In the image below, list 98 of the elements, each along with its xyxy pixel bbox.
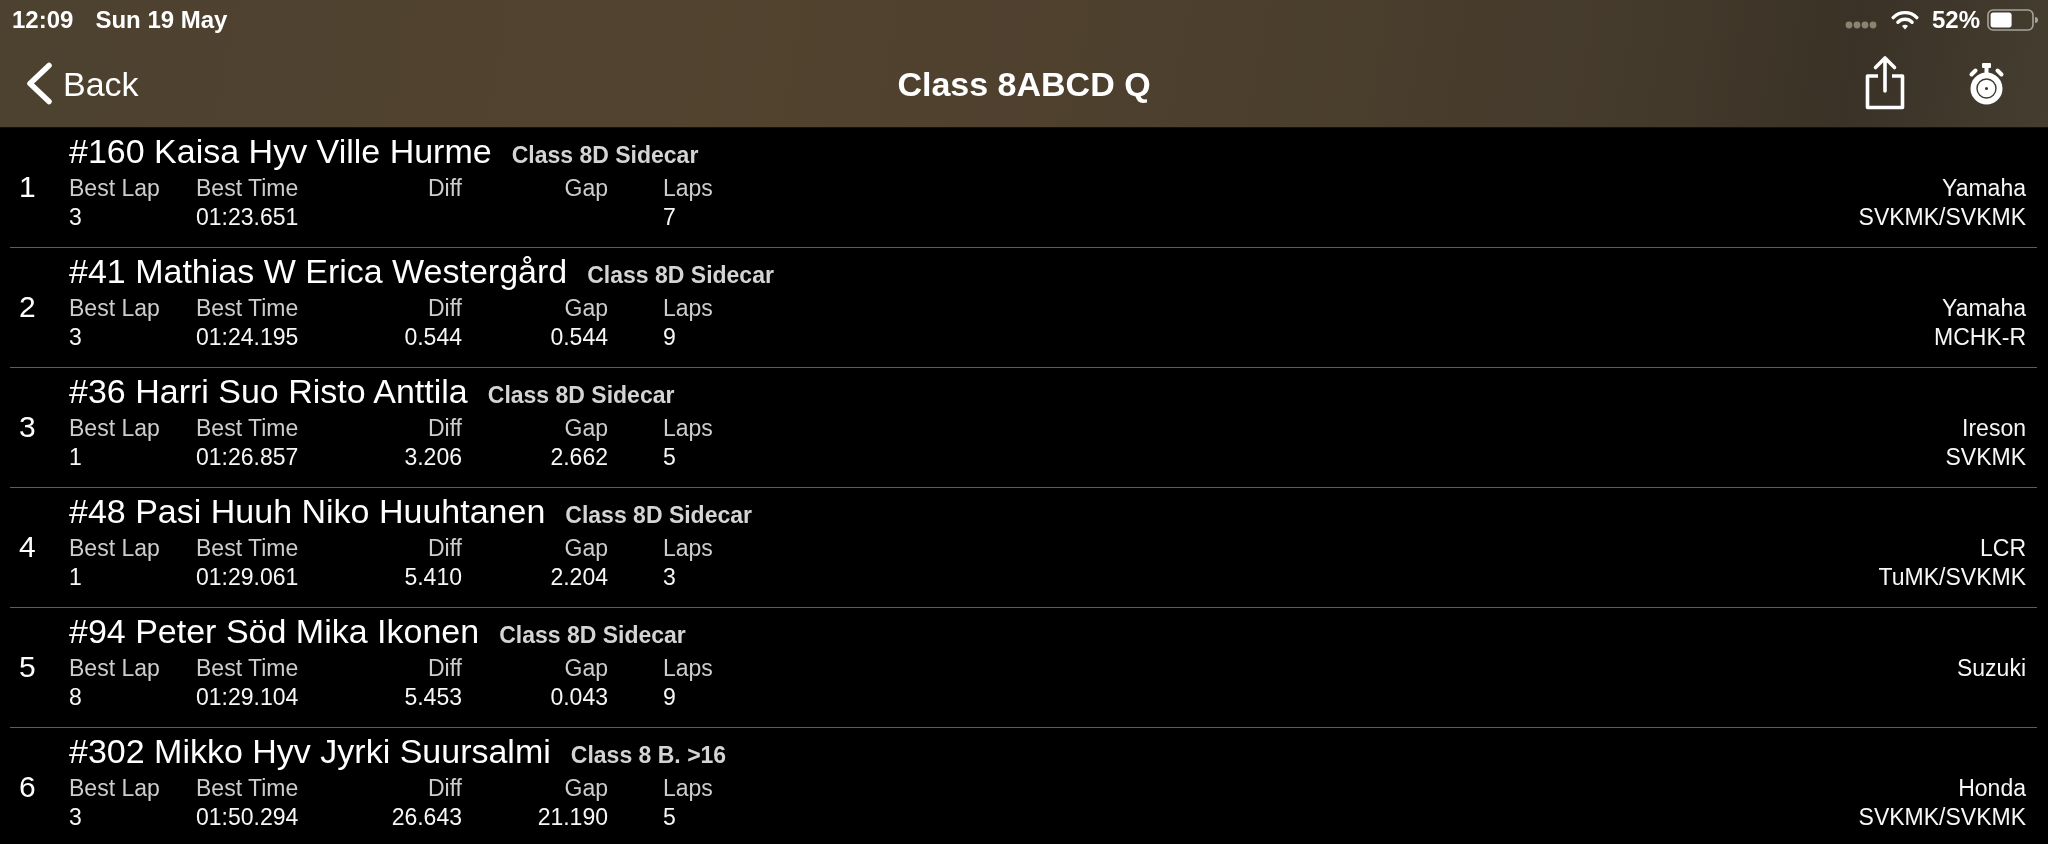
stat-value: 26.643 <box>391 803 462 832</box>
stat-value: 0.544 <box>404 323 462 352</box>
stat-label: Best Lap <box>69 654 160 683</box>
stat-value: 01:23.651 <box>196 203 299 232</box>
stat-label: Laps <box>663 774 713 803</box>
stat-label: Laps <box>663 654 713 683</box>
stat-label: Laps <box>663 174 713 203</box>
class-label: Class 8D Sidecar <box>499 622 686 649</box>
stat-value: 8 <box>69 683 82 712</box>
stat-value: 5 <box>663 803 676 832</box>
stat-label: Best Lap <box>69 294 160 323</box>
stat-value: 5.453 <box>404 683 462 712</box>
club-name: MCHK-R <box>1934 323 2026 352</box>
stat-value: 3 <box>69 203 82 232</box>
stat-value: 3.206 <box>404 443 462 472</box>
stat-value: 3 <box>69 323 82 352</box>
stat-label: Laps <box>663 294 713 323</box>
status-time: 12:09 <box>12 6 74 34</box>
stat-value: 0.544 <box>550 323 608 352</box>
stat-value: 7 <box>663 203 676 232</box>
stat-label: Best Time <box>196 174 299 203</box>
position-number: 2 <box>19 290 37 324</box>
club-name: SVKMK/SVKMK <box>1858 203 2026 232</box>
position-number: 3 <box>19 410 37 444</box>
stat-label: Diff <box>427 534 462 563</box>
class-label: Class 8D Sidecar <box>511 142 699 169</box>
stat-label: Best Time <box>196 294 299 323</box>
stat-label: Gap <box>564 774 608 803</box>
stat-value: 3 <box>69 803 82 832</box>
stat-label: Diff <box>427 174 462 203</box>
position-number: 6 <box>19 770 37 804</box>
nav-title: Class 8ABCD Q <box>897 63 1151 105</box>
position-number: 1 <box>19 170 37 204</box>
team-name: #41 Mathias W Erica Westergård <box>69 251 568 291</box>
stat-value: 01:50.294 <box>196 803 299 832</box>
stat-value: 1 <box>69 563 82 592</box>
stat-value: 0.043 <box>550 683 608 712</box>
stat-label: Gap <box>564 294 608 323</box>
stat-label: Gap <box>564 654 608 683</box>
stat-label: Laps <box>663 414 713 443</box>
team-name: #302 Mikko Hyv Jyrki Suursalmi <box>69 731 551 771</box>
stopwatch-icon[interactable] <box>1968 62 2005 105</box>
stat-value: 2.662 <box>550 443 608 472</box>
stat-value: 01:26.857 <box>196 443 299 472</box>
position-number: 4 <box>19 530 37 564</box>
chevron-left-icon <box>26 62 53 105</box>
team-name: #94 Peter Söd Mika Ikonen <box>69 611 480 651</box>
position-number: 5 <box>19 650 37 684</box>
stat-label: Best Lap <box>69 174 160 203</box>
team-name: #48 Pasi Huuh Niko Huuhtanen <box>69 491 546 531</box>
club-name: TuMK/SVKMK <box>1878 563 2026 592</box>
stat-label: Best Lap <box>69 774 160 803</box>
stat-label: Gap <box>564 534 608 563</box>
club-name: SVKMK/SVKMK <box>1858 803 2026 832</box>
back-button[interactable]: Back <box>26 61 139 106</box>
stat-value: 2.204 <box>550 563 608 592</box>
class-label: Class 8D Sidecar <box>487 382 675 409</box>
stat-label: Diff <box>427 654 462 683</box>
team-name: #36 Harri Suo Risto Anttila <box>69 371 468 411</box>
bike-make: Suzuki <box>1956 654 2026 683</box>
stat-label: Best Time <box>196 654 299 683</box>
stat-value: 9 <box>663 683 676 712</box>
club-name: SVKMK <box>1945 443 2026 472</box>
stat-label: Best Lap <box>69 414 160 443</box>
bike-make: Ireson <box>1962 414 2026 443</box>
stat-value: 01:29.104 <box>196 683 299 712</box>
bike-make: Honda <box>1958 774 2026 803</box>
team-name: #160 Kaisa Hyv Ville Hurme <box>69 131 492 171</box>
share-icon[interactable] <box>1865 54 1905 110</box>
stat-label: Gap <box>564 174 608 203</box>
stat-value: 01:24.195 <box>196 323 299 352</box>
stat-label: Diff <box>427 414 462 443</box>
bike-make: LCR <box>1980 534 2026 563</box>
stat-value: 9 <box>663 323 676 352</box>
signal-dots-icon <box>1844 21 1877 29</box>
stat-value: 5 <box>663 443 676 472</box>
stat-value: 5.410 <box>404 563 462 592</box>
class-label: Class 8D Sidecar <box>587 262 774 289</box>
stat-label: Best Time <box>196 414 299 443</box>
battery-percent: 52% <box>1931 6 1980 34</box>
stat-label: Laps <box>663 534 713 563</box>
stat-value: 21.190 <box>537 803 608 832</box>
stat-label: Gap <box>564 414 608 443</box>
battery-icon <box>1987 9 2039 31</box>
stat-label: Best Lap <box>69 534 160 563</box>
stat-label: Diff <box>427 294 462 323</box>
bike-make: Yamaha <box>1942 174 2026 203</box>
stat-value: 3 <box>663 563 676 592</box>
stat-label: Best Time <box>196 774 299 803</box>
stat-label: Best Time <box>196 534 299 563</box>
status-date: Sun 19 May <box>95 6 228 34</box>
stat-value: 01:29.061 <box>196 563 299 592</box>
bike-make: Yamaha <box>1942 294 2026 323</box>
stat-label: Diff <box>427 774 462 803</box>
class-label: Class 8D Sidecar <box>565 502 752 529</box>
class-label: Class 8 B. >16 <box>570 742 727 769</box>
wifi-icon <box>1890 10 1919 30</box>
stat-value: 1 <box>69 443 82 472</box>
